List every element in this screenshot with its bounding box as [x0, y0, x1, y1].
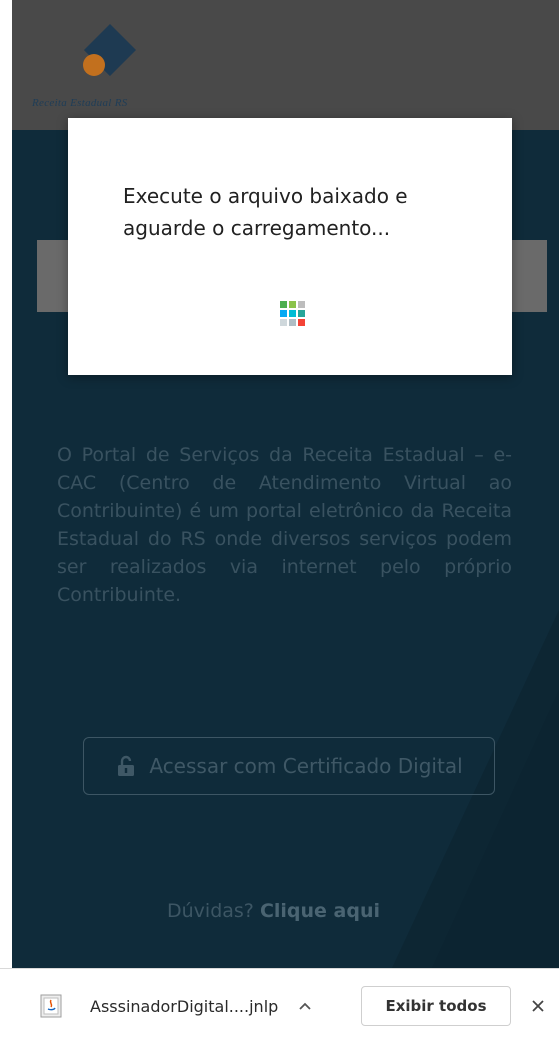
- help-link[interactable]: Clique aqui: [260, 900, 380, 922]
- loading-message: Execute o arquivo baixado e aguarde o ca…: [123, 184, 408, 240]
- download-bar: AsssinadorDigital....jnlp Exibir todos: [0, 968, 559, 1042]
- window-left-edge: [0, 0, 12, 968]
- logo-diamond-icon: [83, 24, 136, 76]
- download-filename: AsssinadorDigital....jnlp: [90, 996, 279, 1016]
- loading-grid-icon: [280, 301, 305, 326]
- close-download-bar-button[interactable]: [527, 995, 549, 1017]
- help-line: Dúvidas? Clique aqui: [0, 900, 547, 922]
- logo-text: Receita Estadual RS: [32, 97, 128, 109]
- show-all-downloads-button[interactable]: Exibir todos: [361, 986, 511, 1026]
- site-logo[interactable]: Receita Estadual RS: [32, 20, 212, 120]
- help-prefix: Dúvidas?: [167, 900, 254, 922]
- access-certificate-button[interactable]: Acessar com Certificado Digital: [83, 737, 495, 795]
- unlock-icon: [115, 755, 137, 777]
- download-item[interactable]: AsssinadorDigital....jnlp: [40, 989, 314, 1023]
- chevron-up-icon[interactable]: [296, 997, 314, 1015]
- java-file-icon: [40, 994, 62, 1018]
- site-header: Receita Estadual RS: [12, 0, 559, 130]
- portal-description: O Portal de Serviços da Receita Estadual…: [57, 444, 512, 606]
- browser-window: Receita Estadual RS O Portal de Serviços…: [0, 0, 559, 1042]
- loading-dialog: Execute o arquivo baixado e aguarde o ca…: [68, 118, 512, 375]
- access-certificate-label: Acessar com Certificado Digital: [149, 754, 463, 778]
- close-icon: [532, 1000, 544, 1012]
